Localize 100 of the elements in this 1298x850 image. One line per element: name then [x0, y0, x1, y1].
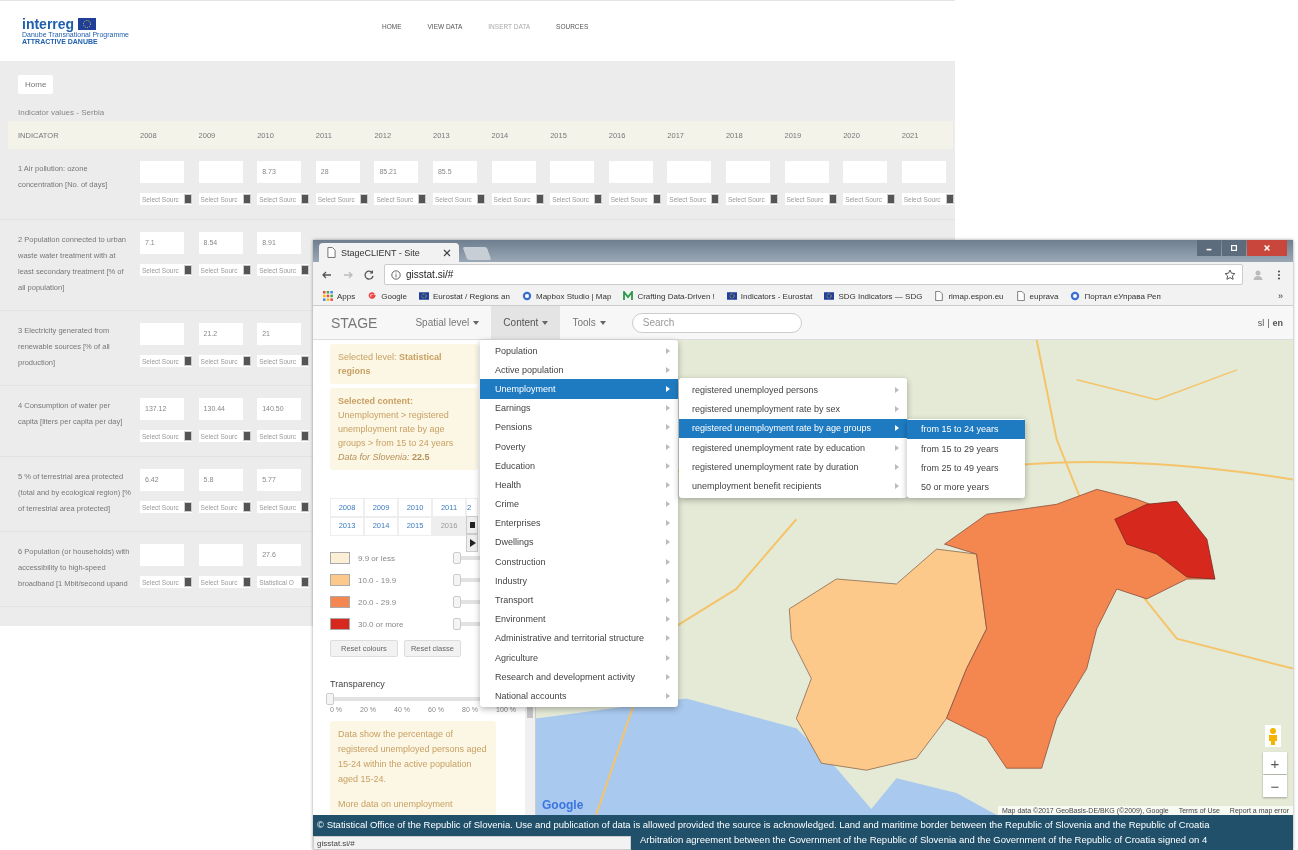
- zoom-in-button[interactable]: +: [1263, 752, 1287, 774]
- menu-item[interactable]: Industry: [480, 571, 678, 591]
- bookmark[interactable]: rimap.espon.eu: [934, 291, 1004, 301]
- close-icon: [1263, 244, 1271, 252]
- slider-label: Transparency: [330, 679, 386, 689]
- menu-item[interactable]: from 15 to 29 years: [907, 439, 1025, 459]
- chevron-icon: [666, 443, 670, 450]
- search-field[interactable]: Search: [631, 312, 802, 333]
- browser-tab[interactable]: StageCLIENT - Site: [319, 243, 459, 262]
- chevron-icon: [666, 539, 670, 546]
- bookmark[interactable]: Apps: [323, 291, 356, 301]
- menu-item[interactable]: Construction: [480, 552, 678, 572]
- close-button[interactable]: [1247, 240, 1287, 256]
- app-logo[interactable]: STAGE: [331, 314, 378, 331]
- person-icon[interactable]: [1265, 725, 1281, 747]
- chevron-icon: [666, 366, 670, 373]
- reload-icon[interactable]: [363, 268, 375, 281]
- legend-swatch[interactable]: [330, 618, 350, 630]
- legend-swatch[interactable]: [330, 552, 350, 564]
- legend-label: 20.0 - 29.9: [358, 597, 398, 607]
- chevron-icon: [895, 425, 899, 432]
- menu-item[interactable]: Agriculture: [480, 648, 678, 668]
- star-icon[interactable]: [1224, 268, 1236, 281]
- slider-handle[interactable]: [453, 574, 461, 586]
- stop-button[interactable]: [466, 516, 478, 534]
- chevron-icon: [895, 387, 899, 393]
- bookmark[interactable]: SDG Indicators — SDG: [824, 291, 923, 301]
- menu-item[interactable]: Enterprises: [480, 513, 678, 533]
- info-icon: [391, 269, 401, 280]
- menu-item[interactable]: unemployment benefit recipients: [679, 476, 907, 496]
- breadcrumb[interactable]: Home: [18, 75, 54, 94]
- maximize-button[interactable]: [1222, 240, 1246, 256]
- selected-level-box: Selected level: Statistical regions: [330, 344, 478, 384]
- region-shape[interactable]: [1114, 500, 1216, 580]
- page-icon: [934, 291, 945, 301]
- menu-item[interactable]: Earnings: [480, 398, 678, 418]
- nav-menu[interactable]: Spatial level: [403, 306, 492, 339]
- slider-handle[interactable]: [453, 596, 461, 608]
- menu-item[interactable]: registered unemployment rate by education: [679, 437, 907, 458]
- slider-handle[interactable]: [453, 552, 461, 564]
- legend-swatch[interactable]: [330, 574, 350, 586]
- map-logo: Google: [542, 798, 584, 812]
- menu-item[interactable]: Unemployment: [480, 379, 678, 399]
- address-bar[interactable]: gisstat.si/#: [384, 264, 1243, 285]
- nav-menu[interactable]: Tools: [560, 306, 618, 339]
- menu-item[interactable]: Environment: [480, 609, 678, 629]
- menu-item[interactable]: Administrative and territorial structure: [480, 628, 678, 648]
- caret-icon: [473, 320, 480, 325]
- menu-item[interactable]: Poverty: [480, 436, 678, 457]
- legend-label: 9.9 or less: [358, 553, 396, 563]
- legend-label: 30.0 or more: [358, 619, 405, 629]
- play-button[interactable]: [466, 534, 478, 552]
- menu-item[interactable]: Pensions: [480, 417, 678, 437]
- caret-icon: [599, 320, 606, 325]
- menu-item[interactable]: Crime: [480, 494, 678, 514]
- separator: |: [1267, 317, 1270, 328]
- chevron-icon: [666, 692, 670, 699]
- menu-item[interactable]: Population: [480, 341, 678, 361]
- slider-handle[interactable]: [453, 618, 461, 630]
- chevron-icon: [666, 462, 670, 469]
- flag-icon: [419, 291, 430, 301]
- nav-menu[interactable]: Content: [491, 306, 561, 339]
- logo-text: interreg: [22, 17, 75, 31]
- zoom-out-button[interactable]: −: [1263, 775, 1287, 797]
- legend-swatch[interactable]: [330, 596, 350, 608]
- flag-icon: [78, 18, 97, 30]
- menu-item[interactable]: Dwellings: [480, 532, 678, 553]
- bookmark[interactable]: Mapbox Studio | Map: [521, 291, 612, 301]
- close-icon[interactable]: [443, 248, 451, 257]
- menu-item[interactable]: Research and development activity: [480, 667, 678, 687]
- menu-item[interactable]: Active population: [480, 360, 678, 380]
- menu-item[interactable]: from 15 to 24 years: [907, 419, 1025, 439]
- legend-label: 10.0 - 19.9: [358, 575, 398, 585]
- menu-item[interactable]: registered unemployment rate by age groups: [679, 418, 907, 438]
- bookmark[interactable]: Crafting Data-Driven !: [623, 291, 715, 301]
- menu-item[interactable]: registered unemployment rate by sex: [679, 399, 907, 419]
- menu-item[interactable]: 50 or more years: [907, 477, 1025, 497]
- menu-item[interactable]: registered unemployed persons: [679, 380, 907, 400]
- slider-handle[interactable]: [326, 693, 334, 705]
- language-link[interactable]: sl: [1257, 317, 1265, 328]
- bookmark[interactable]: Eurostat / Regions an: [419, 291, 510, 301]
- menu-item[interactable]: Education: [480, 456, 678, 476]
- more-bookmarks-button[interactable]: »: [1278, 291, 1283, 301]
- bookmark[interactable]: Google: [367, 291, 408, 301]
- chevron-icon: [666, 424, 670, 431]
- menu-item[interactable]: from 25 to 49 years: [907, 458, 1025, 478]
- bookmark[interactable]: Портал еУправа Реп: [1070, 291, 1161, 301]
- new-tab-button[interactable]: [462, 247, 492, 260]
- flag-icon: [726, 291, 737, 301]
- profile-icon[interactable]: [1252, 268, 1264, 281]
- menu-item[interactable]: National accounts: [480, 686, 678, 706]
- language-link[interactable]: en: [1272, 317, 1283, 328]
- ring-icon: [1070, 291, 1081, 301]
- menu-item[interactable]: Health: [480, 475, 678, 495]
- bookmark[interactable]: euprava: [1015, 291, 1059, 301]
- chevron-icon: [666, 577, 670, 584]
- bookmark[interactable]: Indicators - Eurostat: [726, 291, 813, 301]
- menu-item[interactable]: Transport: [480, 590, 678, 610]
- menu-item[interactable]: registered unemployment rate by duration: [679, 457, 907, 477]
- minimize-button[interactable]: [1197, 240, 1221, 256]
